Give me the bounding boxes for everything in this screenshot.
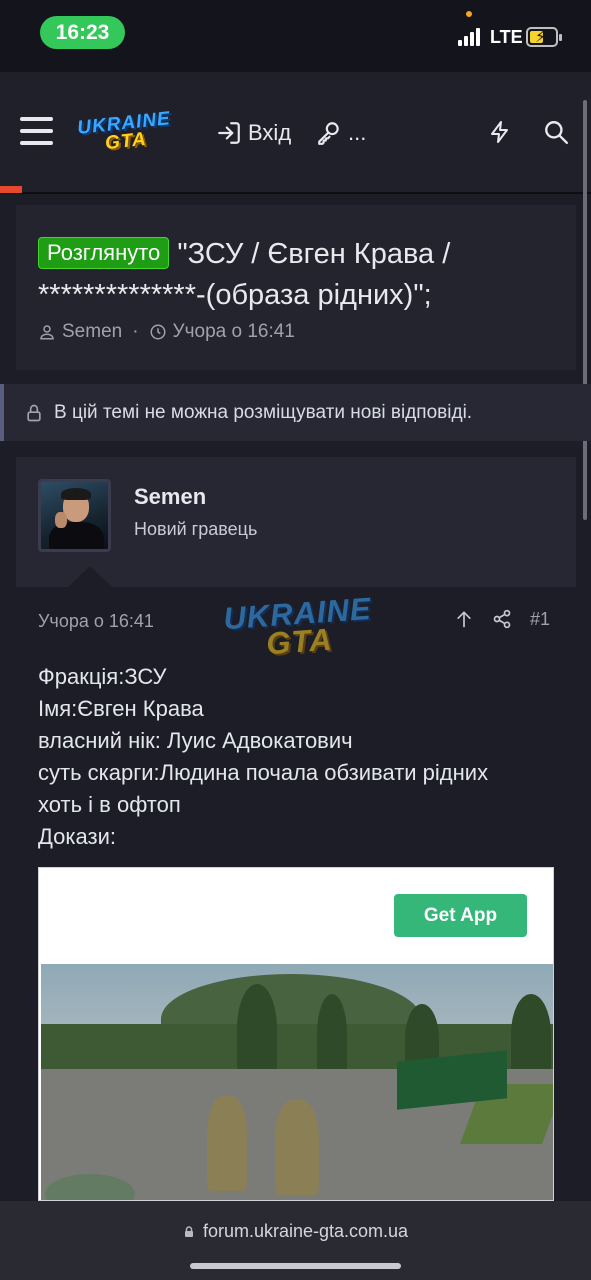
post-line: хоть і в офтоп [38,792,181,817]
thread-header: Розглянуто "ЗСУ / Євген Крава / ********… [16,205,576,370]
login-icon [218,122,240,144]
search-icon [545,121,569,145]
post-line: Докази: [38,824,116,849]
cellular-signal-icon [458,28,482,46]
post-time[interactable]: Учора о 16:41 [38,611,154,632]
site-header: UKRAINE GTA Вхід ... [0,72,591,194]
progress-accent [0,186,22,193]
thread-title: Розглянуто "ЗСУ / Євген Крава / ********… [38,234,568,316]
url-text: forum.ukraine-gta.com.ua [202,1221,409,1241]
lock-icon [184,1225,193,1237]
thread-author[interactable]: Semen [62,321,122,343]
login-button[interactable]: Вхід [216,120,291,146]
post-line: власний нік: Луис Адвокатович [38,728,353,753]
image-attachment[interactable]: Get App [38,867,554,1201]
post-number[interactable]: #1 [530,609,550,630]
status-time: 16:23 [40,16,125,49]
status-bar: 16:23 LTE ⚡ [0,0,591,72]
post-author-block: Semen Новий гравець [16,457,576,587]
thread-date[interactable]: Учора о 16:41 [173,321,295,343]
locked-notice-text: В цій темі не можна розміщувати нові від… [54,401,473,423]
site-logo[interactable]: UKRAINE GTA [76,103,175,163]
url-bar[interactable]: forum.ukraine-gta.com.ua [0,1221,591,1242]
post-username[interactable]: Semen [134,484,206,510]
user-icon [40,325,54,340]
menu-icon[interactable] [20,117,53,145]
whats-new-button[interactable] [488,119,512,150]
share-icon[interactable] [492,608,512,630]
post-line: Імя:Євген Крава [38,696,204,721]
watermark-text-bottom: GTA [265,621,334,662]
author-pointer [68,566,112,587]
arrow-up-icon[interactable] [454,608,474,630]
lock-icon [27,404,41,421]
page-scrollbar[interactable] [583,100,587,520]
clock-icon [150,324,166,340]
key-icon [318,122,339,145]
game-screenshot[interactable] [41,964,553,1200]
post-line: Фракція:ЗСУ [38,664,167,689]
login-label: Вхід [248,120,292,145]
post-actions: #1 [454,608,550,630]
bolt-icon [491,121,508,143]
battery-cap [559,34,562,41]
search-button[interactable] [543,119,569,150]
register-button[interactable]: ... [316,120,366,146]
logo-text-bottom: GTA [104,128,148,155]
status-badge[interactable]: Розглянуто [38,237,170,269]
battery-icon: ⚡ [526,27,558,47]
avatar[interactable] [38,479,111,552]
meta-separator: · [132,321,139,342]
post-content: Фракція:ЗСУ Імя:Євген Крава власний нік:… [38,661,558,853]
register-label: ... [348,120,367,145]
post-user-role: Новий гравець [134,519,258,539]
get-app-button[interactable]: Get App [394,894,527,937]
post-line: суть скарги:Людина почала обзивати рідни… [38,760,489,785]
home-indicator[interactable] [190,1263,401,1269]
camera-indicator-icon [466,11,472,17]
locked-notice: В цій темі не можна розміщувати нові від… [0,384,591,441]
thread-meta: Semen · Учора о 16:41 [38,321,295,343]
browser-address-bar: forum.ukraine-gta.com.ua [0,1201,591,1280]
network-type: LTE [490,27,523,47]
